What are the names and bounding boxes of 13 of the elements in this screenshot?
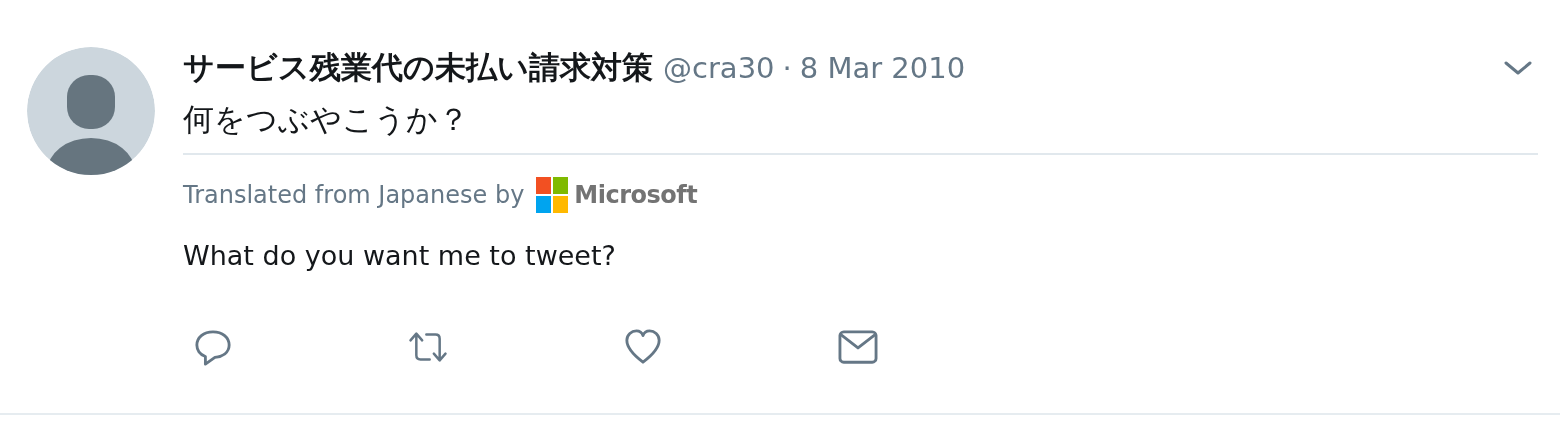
- user-handle[interactable]: @cra30: [663, 51, 775, 85]
- display-name[interactable]: サービス残業代の未払い請求対策: [183, 47, 653, 89]
- envelope-icon[interactable]: [838, 328, 878, 366]
- reply-icon[interactable]: [193, 328, 233, 366]
- translation-label: Translated from Japanese by: [183, 181, 525, 209]
- translated-text: What do you want me to tweet?: [183, 240, 617, 271]
- tweet-text: 何をつぶやこうか？: [183, 100, 470, 139]
- translator-name[interactable]: Microsoft: [574, 181, 698, 209]
- separator-dot: ·: [782, 51, 792, 85]
- avatar-icon[interactable]: [27, 47, 155, 175]
- tweet-date[interactable]: 8 Mar 2010: [799, 51, 966, 85]
- windows-logo-icon: [536, 177, 569, 213]
- heart-icon[interactable]: [623, 328, 663, 366]
